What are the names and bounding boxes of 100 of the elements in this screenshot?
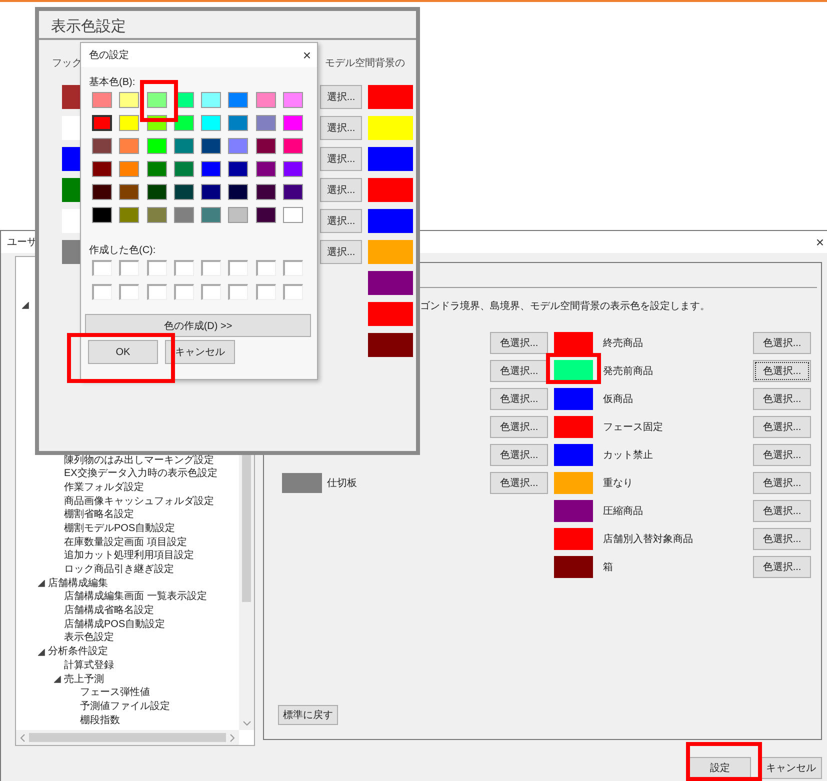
color-cell[interactable] bbox=[256, 161, 276, 177]
color-cell[interactable] bbox=[92, 115, 112, 131]
color-cell[interactable] bbox=[256, 115, 276, 131]
tree-item[interactable]: 売上予測 bbox=[64, 674, 104, 686]
tree-item[interactable]: 棚割省略名設定 bbox=[64, 509, 134, 522]
color-cell[interactable] bbox=[119, 184, 140, 200]
tree-item[interactable]: 商品画像キャッシュフォルダ設定 bbox=[64, 496, 214, 508]
cancel-button[interactable]: キャンセル bbox=[760, 757, 822, 779]
tree-item[interactable]: EX交換データ入力時の表示色設定 bbox=[64, 468, 218, 480]
color-select-button[interactable]: 色選択... bbox=[753, 388, 811, 410]
color-cell[interactable] bbox=[283, 184, 304, 200]
color-cell[interactable] bbox=[201, 115, 222, 131]
color-cell[interactable] bbox=[283, 115, 304, 131]
color-cell[interactable] bbox=[174, 260, 194, 276]
color-cell[interactable] bbox=[201, 161, 222, 177]
color-cell[interactable] bbox=[283, 284, 304, 300]
color-select-button[interactable]: 色選択... bbox=[753, 472, 811, 494]
color-select-button[interactable]: 色選択... bbox=[490, 332, 548, 354]
color-cell[interactable] bbox=[92, 184, 112, 200]
tree-item[interactable]: 棚割モデルPOS自動設定 bbox=[64, 522, 176, 535]
color-cell[interactable] bbox=[256, 138, 276, 154]
color-select-button[interactable]: 選択... bbox=[320, 240, 362, 264]
color-select-button[interactable]: 色選択... bbox=[753, 556, 811, 578]
color-cell[interactable] bbox=[201, 92, 222, 108]
color-cell[interactable] bbox=[119, 284, 140, 300]
color-cell[interactable] bbox=[174, 138, 194, 154]
tree-item[interactable]: 分析条件設定 bbox=[48, 646, 108, 658]
color-select-button[interactable]: 色選択... bbox=[753, 332, 811, 354]
color-select-button[interactable]: 色選択... bbox=[490, 472, 548, 494]
color-cell[interactable] bbox=[201, 138, 222, 154]
color-cell[interactable] bbox=[146, 138, 167, 154]
tree-item[interactable]: 棚段指数 bbox=[80, 714, 120, 727]
color-select-button[interactable]: 色選択... bbox=[490, 444, 548, 466]
color-cell[interactable] bbox=[228, 260, 248, 276]
color-cell[interactable] bbox=[228, 161, 248, 177]
color-cell[interactable] bbox=[146, 161, 167, 177]
reset-button[interactable]: 標準に戻す bbox=[278, 705, 338, 725]
color-cell[interactable] bbox=[201, 207, 222, 223]
color-select-button[interactable]: 色選択... bbox=[753, 528, 811, 550]
tree-item[interactable]: 追加カット処理利用項目設定 bbox=[64, 550, 194, 562]
tree-item[interactable]: 店舗構成編集画面 一覧表示設定 bbox=[64, 591, 207, 604]
close-button[interactable]: × bbox=[816, 235, 824, 249]
color-cell[interactable] bbox=[283, 207, 304, 223]
color-cell[interactable] bbox=[228, 284, 248, 300]
scrollbar[interactable] bbox=[16, 730, 239, 745]
color-cell[interactable] bbox=[119, 115, 140, 131]
color-cell[interactable] bbox=[174, 161, 194, 177]
ok-button[interactable]: OK bbox=[88, 340, 158, 364]
color-cell[interactable] bbox=[174, 184, 194, 200]
color-cell[interactable] bbox=[201, 284, 222, 300]
define-color-button[interactable]: 色の作成(D) >> bbox=[85, 314, 311, 337]
color-select-button[interactable]: 色選択... bbox=[490, 388, 548, 410]
color-select-button[interactable]: 色選択... bbox=[753, 444, 811, 466]
color-cell[interactable] bbox=[228, 207, 248, 223]
tree-item[interactable]: 表示色設定 bbox=[64, 632, 114, 644]
tree-item[interactable]: 予測値ファイル設定 bbox=[80, 700, 170, 713]
color-cell[interactable] bbox=[92, 207, 112, 223]
color-cell[interactable] bbox=[146, 184, 167, 200]
color-select-button[interactable]: 選択... bbox=[320, 147, 362, 171]
caret-icon[interactable] bbox=[22, 302, 29, 310]
color-cell[interactable] bbox=[174, 115, 194, 131]
color-cell[interactable] bbox=[146, 92, 167, 108]
caret-icon[interactable] bbox=[54, 676, 61, 684]
color-cell[interactable] bbox=[228, 184, 248, 200]
caret-icon[interactable] bbox=[38, 648, 45, 656]
color-cell[interactable] bbox=[119, 138, 140, 154]
color-cell[interactable] bbox=[201, 184, 222, 200]
color-cell[interactable] bbox=[146, 207, 167, 223]
color-cell[interactable] bbox=[283, 161, 304, 177]
color-select-button[interactable]: 色選択... bbox=[753, 360, 811, 382]
color-cell[interactable] bbox=[201, 260, 222, 276]
tree-item[interactable]: 店舗構成省略名設定 bbox=[64, 605, 154, 618]
color-cell[interactable] bbox=[174, 207, 194, 223]
tree-item[interactable]: 計算式登録 bbox=[64, 660, 114, 672]
color-cell[interactable] bbox=[256, 207, 276, 223]
color-select-button[interactable]: 色選択... bbox=[753, 500, 811, 522]
color-select-button[interactable]: 色選択... bbox=[490, 416, 548, 438]
tree-item[interactable]: 作業フォルダ設定 bbox=[64, 482, 144, 494]
tree-item[interactable]: 店舗構成編集 bbox=[48, 578, 108, 590]
color-cell[interactable] bbox=[283, 138, 304, 154]
color-select-button[interactable]: 選択... bbox=[320, 116, 362, 140]
color-cell[interactable] bbox=[228, 115, 248, 131]
color-cell[interactable] bbox=[119, 260, 140, 276]
color-cell[interactable] bbox=[146, 284, 167, 300]
tree-item[interactable]: 在庫数量設定画面 項目設定 bbox=[64, 536, 187, 549]
color-cell[interactable] bbox=[256, 284, 276, 300]
color-cell[interactable] bbox=[256, 260, 276, 276]
color-cell[interactable] bbox=[256, 92, 276, 108]
color-select-button[interactable]: 色選択... bbox=[753, 416, 811, 438]
color-select-button[interactable]: 色選択... bbox=[490, 360, 548, 382]
caret-icon[interactable] bbox=[38, 580, 45, 588]
tree-item[interactable]: 陳列物のはみ出しマーキング設定 bbox=[64, 454, 214, 467]
tree-item[interactable]: フェース弾性値 bbox=[80, 687, 150, 700]
color-select-button[interactable]: 選択... bbox=[320, 178, 362, 202]
color-cell[interactable] bbox=[146, 260, 167, 276]
color-cell[interactable] bbox=[228, 92, 248, 108]
color-select-button[interactable]: 選択... bbox=[320, 85, 362, 109]
color-cell[interactable] bbox=[92, 138, 112, 154]
color-cell[interactable] bbox=[283, 260, 304, 276]
color-cell[interactable] bbox=[119, 92, 140, 108]
